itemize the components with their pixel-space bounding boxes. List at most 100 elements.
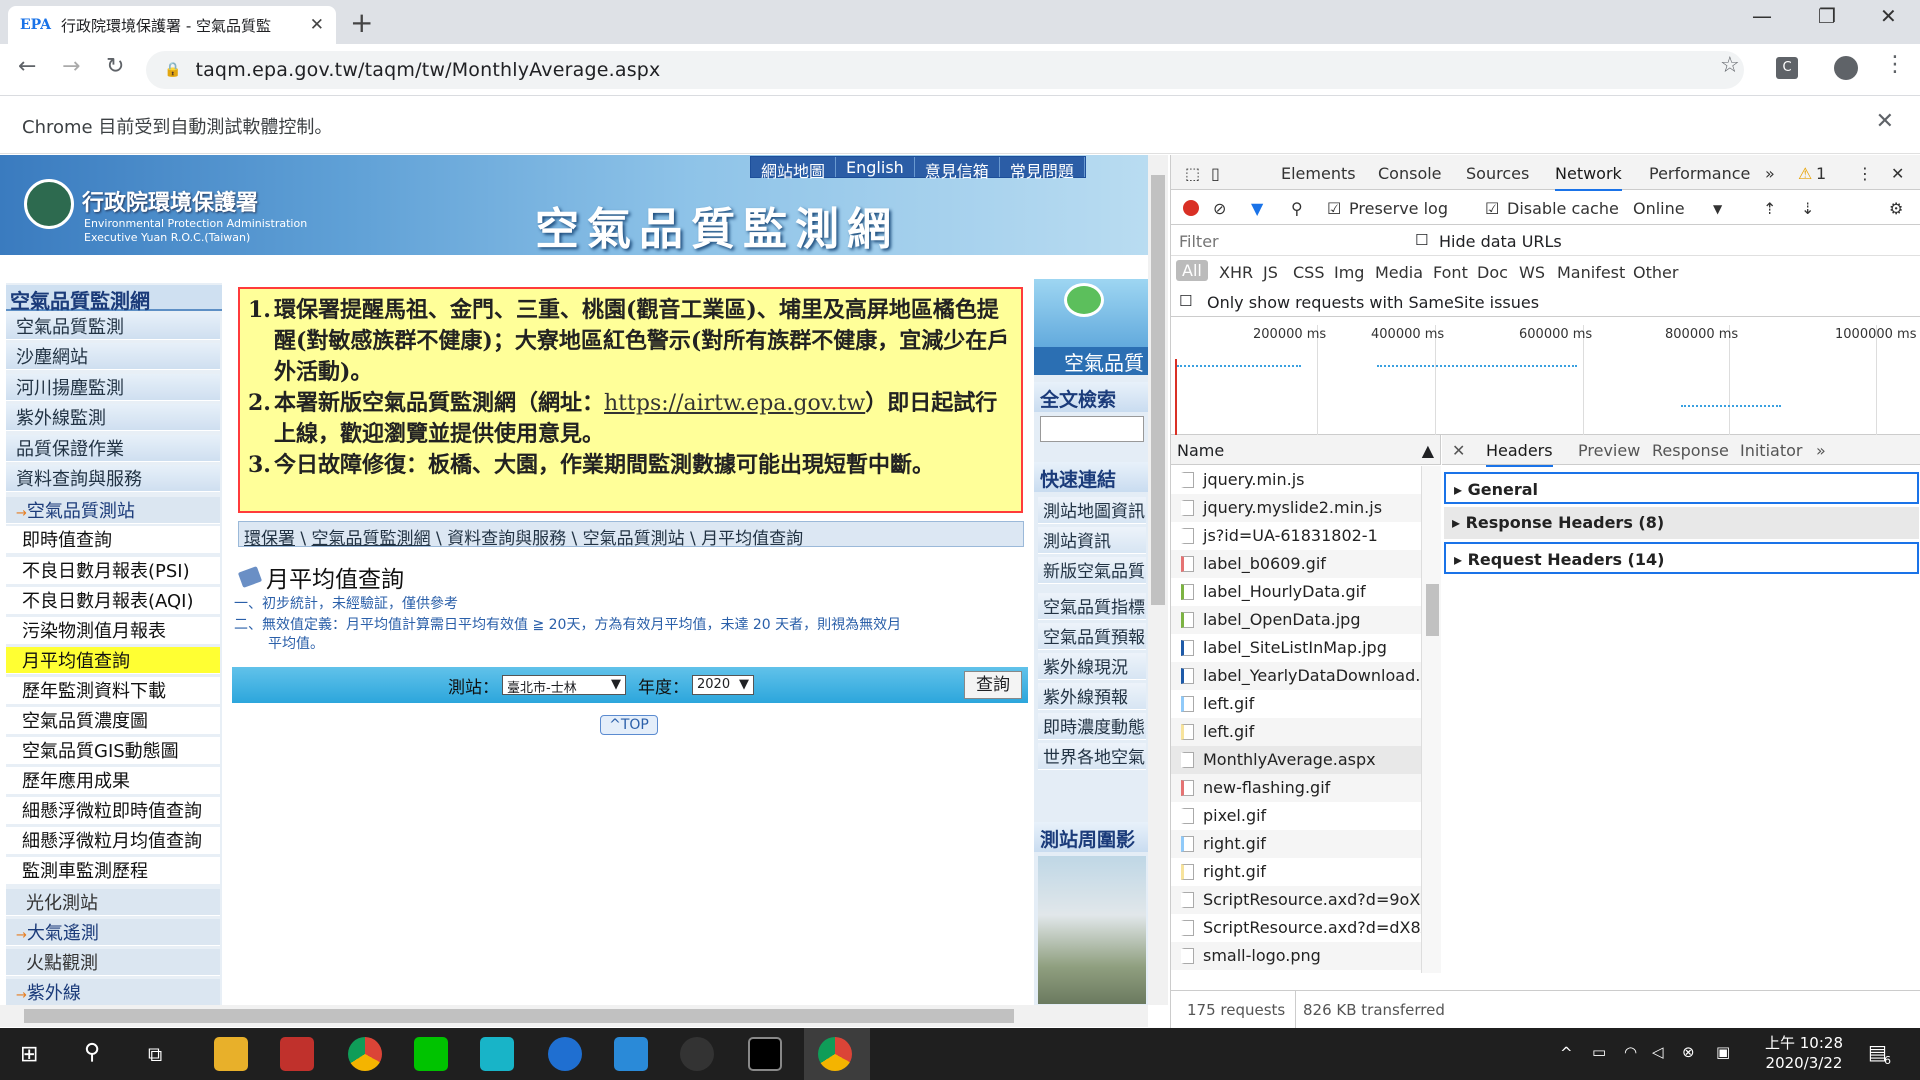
disable-cache-checkbox[interactable]: ☑ [1485,199,1499,218]
vscode-icon[interactable] [614,1037,648,1071]
breadcrumb-epa[interactable]: 環保署 [244,529,295,549]
left-menu-item[interactable]: 月平均值查詢 [6,647,220,674]
address-bar[interactable]: 🔒 taqm.epa.gov.tw/taqm/tw/MonthlyAverage… [146,51,1744,89]
request-row[interactable]: MonthlyAverage.aspx [1171,746,1421,774]
request-row[interactable]: js?id=UA-61831802-1 [1171,522,1421,550]
left-menu-item[interactable]: 歷年應用成果 [6,767,220,794]
type-media[interactable]: Media [1375,263,1423,282]
settings-gear-icon[interactable]: ⚙ [1889,199,1903,218]
task-view-icon[interactable]: ⧉ [148,1042,162,1066]
throttle-select[interactable]: Online [1633,199,1685,218]
inspect-element-icon[interactable]: ⬚ [1185,164,1200,183]
clock-date[interactable]: 2020/3/22 [1764,1054,1844,1072]
left-menu-item[interactable]: 火點觀測 [6,949,220,976]
export-har-icon[interactable]: ⇣ [1801,199,1814,218]
type-doc[interactable]: Doc [1477,263,1508,282]
request-row[interactable]: label_b0609.gif [1171,550,1421,578]
more-detail-tabs-icon[interactable]: » [1816,441,1826,460]
window-close-button[interactable]: ✕ [1880,4,1897,28]
section-request-headers[interactable]: ▸ Request Headers (14) [1444,542,1919,574]
left-menu-item[interactable]: 即時值查詢 [6,526,220,553]
request-row[interactable]: label_YearlyDataDownload.gif [1171,662,1421,690]
new-tab-button[interactable]: + [350,6,373,39]
topnav-english[interactable]: English [836,157,915,177]
request-row[interactable]: pixel.gif [1171,802,1421,830]
request-row[interactable]: new-flashing.gif [1171,774,1421,802]
tab-preview[interactable]: Preview [1578,441,1640,460]
warning-icon[interactable]: ⚠ [1798,164,1812,183]
volume-icon[interactable]: ◁ [1652,1043,1664,1061]
import-har-icon[interactable]: ⇡ [1763,199,1776,218]
request-row[interactable]: label_HourlyData.gif [1171,578,1421,606]
left-menu-item[interactable]: 細懸浮微粒即時值查詢 [6,797,220,824]
tray-expand-icon[interactable]: ^ [1560,1044,1573,1062]
request-row[interactable]: ScriptResource.axd?d=dX8An: [1171,914,1421,942]
left-menu-item[interactable]: 歷年監測資料下載 [6,677,220,704]
scroll-thumb[interactable] [1426,584,1439,636]
request-list-scrollbar[interactable] [1421,466,1441,973]
query-button[interactable]: 查詢 [964,671,1022,699]
type-ws[interactable]: WS [1519,263,1545,282]
tab-response[interactable]: Response [1652,441,1729,460]
filter-input[interactable] [1179,229,1379,253]
request-row[interactable]: label_OpenData.jpg [1171,606,1421,634]
profile-avatar-icon[interactable] [1834,56,1858,80]
type-all[interactable]: All [1176,260,1208,281]
request-row[interactable]: left.gif [1171,718,1421,746]
year-select[interactable]: 2020 ▼ [692,675,754,695]
reload-icon[interactable]: ↻ [106,54,124,79]
tab-elements[interactable]: Elements [1281,164,1356,183]
tab-network[interactable]: Network [1555,164,1622,191]
type-other[interactable]: Other [1633,263,1678,282]
terminal-icon[interactable] [748,1037,782,1071]
left-menu-item[interactable]: 空氣品質GIS動態圖 [6,737,220,764]
clear-icon[interactable]: ⊘ [1213,199,1226,218]
ime-icon[interactable]: ▣ [1716,1043,1730,1061]
preserve-log-checkbox[interactable]: ☑ [1327,199,1341,218]
station-select[interactable]: 臺北市-士林 ▼ [502,675,626,696]
nox-icon[interactable] [680,1037,714,1071]
line-icon[interactable] [414,1037,448,1071]
request-row[interactable]: left.gif [1171,690,1421,718]
type-xhr[interactable]: XHR [1219,263,1253,282]
tab-initiator[interactable]: Initiator [1740,441,1802,460]
hide-data-urls-checkbox[interactable]: ☐ [1415,231,1428,249]
type-img[interactable]: Img [1334,263,1364,282]
section-response-headers[interactable]: ▸ Response Headers (8) [1444,507,1919,539]
left-menu-item[interactable]: 監測車監測歷程 [6,857,220,884]
left-menu-item[interactable]: →紫外線 [6,979,220,1006]
station-photo[interactable] [1038,856,1146,1004]
scroll-thumb[interactable] [24,1009,1014,1023]
devtools-close-icon[interactable]: ✕ [1891,164,1904,183]
quick-link-item[interactable]: 測站地圖資訊 [1038,497,1146,524]
battery-icon[interactable]: ▭ [1592,1043,1606,1061]
tray-app-icon[interactable]: ⊗ [1682,1043,1695,1061]
left-menu-item[interactable]: 不良日數月報表(AQI) [6,587,220,614]
request-row[interactable]: right.gif [1171,858,1421,886]
restore-button[interactable]: ❐ [1818,4,1836,28]
type-css[interactable]: CSS [1293,263,1324,282]
request-row[interactable]: small-logo.png [1171,942,1421,970]
music-app-icon[interactable] [480,1037,514,1071]
media-player-icon[interactable] [548,1037,582,1071]
search-icon[interactable]: ⚲ [1291,199,1303,218]
type-font[interactable]: Font [1433,263,1468,282]
left-menu-item[interactable]: 空氣品質濃度圖 [6,707,220,734]
topnav-sitemap[interactable]: 網站地圖 [751,157,837,181]
chrome-active-icon[interactable] [818,1037,852,1071]
search-icon[interactable]: ⚲ [84,1040,100,1065]
app-icon[interactable] [280,1037,314,1071]
quick-link-item[interactable]: 新版空氣品質 [1038,557,1146,584]
request-row[interactable]: label_SiteListInMap.jpg [1171,634,1421,662]
chrome-menu-icon[interactable]: ⋮ [1884,52,1906,77]
back-arrow-icon[interactable]: ← [18,54,36,79]
left-menu-item[interactable]: 品質保證作業 [6,435,220,462]
aq-banner[interactable]: 空氣品質 [1034,279,1148,375]
type-js[interactable]: JS [1263,263,1278,282]
network-overview-timeline[interactable]: 200000 ms 400000 ms 600000 ms 800000 ms … [1171,325,1920,435]
windows-start-icon[interactable]: ⊞ [20,1042,38,1067]
left-menu-item[interactable]: 污染物測值月報表 [6,617,220,644]
left-menu-item[interactable]: →大氣遙測 [6,919,220,946]
left-menu-item[interactable]: 沙塵網站 [6,343,220,370]
topnav-faq[interactable]: 常見問題 [999,157,1085,181]
